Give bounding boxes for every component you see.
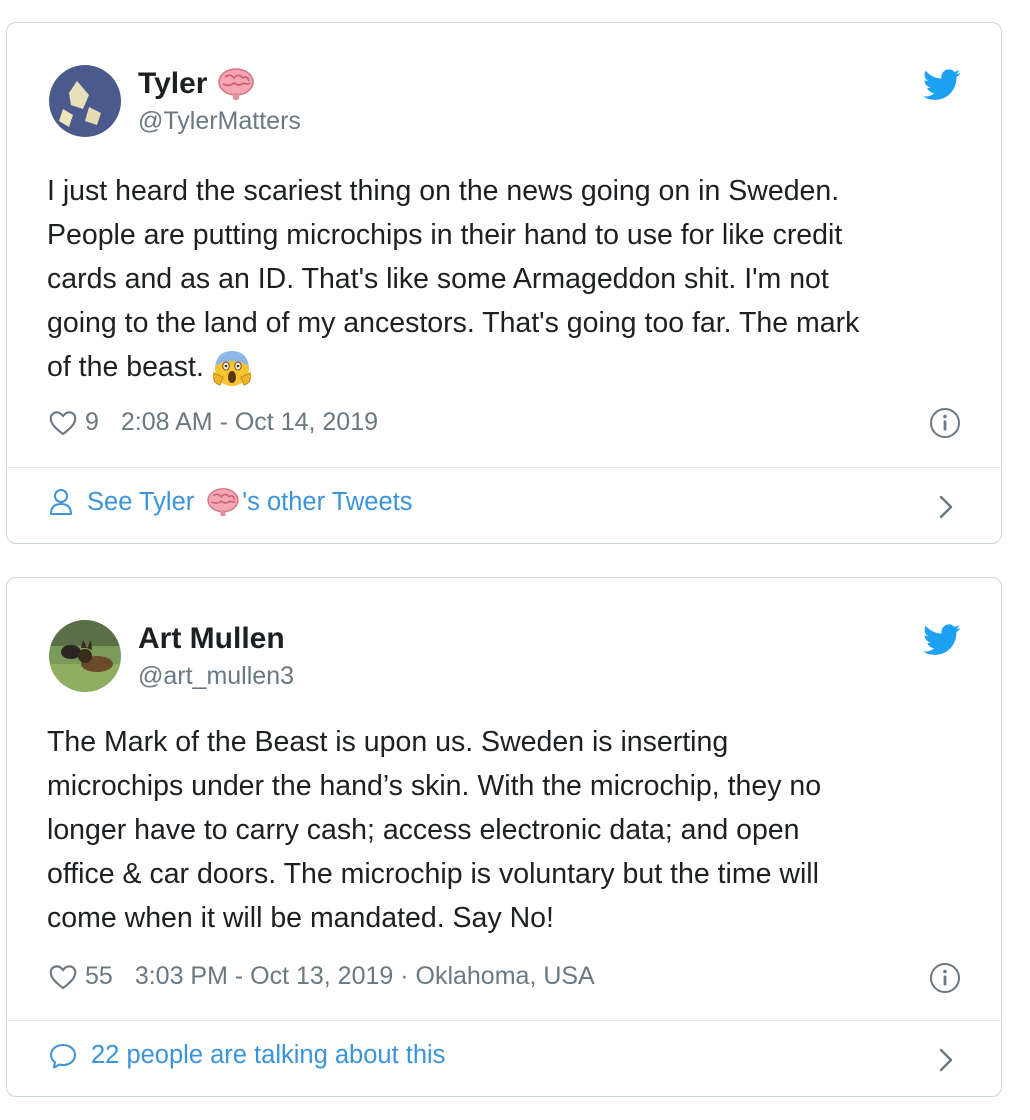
info-icon[interactable] xyxy=(929,962,961,994)
username-handle[interactable]: @art_mullen3 xyxy=(138,662,294,691)
tweet-meta: 9 2:08 AM - Oct 14, 2019 xyxy=(49,408,378,437)
heart-icon[interactable] xyxy=(49,410,77,436)
info-icon[interactable] xyxy=(929,407,961,439)
tweet-meta: 55 3:03 PM - Oct 13, 2019 · Oklahoma, US… xyxy=(49,962,595,991)
timestamp[interactable]: 3:03 PM - Oct 13, 2019 · Oklahoma, USA xyxy=(135,962,595,991)
comment-bubble-icon xyxy=(49,1042,77,1070)
tweet-card[interactable]: Art Mullen @art_mullen3 The Mark of the … xyxy=(6,577,1002,1097)
see-other-tweets-prefix[interactable]: See Tyler xyxy=(87,488,194,517)
display-name-text[interactable]: Tyler xyxy=(138,67,207,101)
chevron-right-icon[interactable] xyxy=(937,493,955,521)
timestamp[interactable]: 2:08 AM - Oct 14, 2019 xyxy=(121,408,378,437)
like-count[interactable]: 55 xyxy=(85,962,113,991)
display-name[interactable]: Tyler xyxy=(138,67,255,101)
twitter-bird-icon[interactable] xyxy=(923,69,961,101)
conversation-link[interactable]: 22 people are talking about this xyxy=(49,1041,445,1070)
screaming-face-icon xyxy=(212,349,252,387)
see-other-tweets-suffix[interactable]: 's other Tweets xyxy=(242,488,412,517)
username-handle[interactable]: @TylerMatters xyxy=(138,107,301,136)
tweet-text: The Mark of the Beast is upon us. Sweden… xyxy=(47,726,822,934)
avatar[interactable] xyxy=(49,620,121,692)
divider xyxy=(7,1020,1001,1021)
tweet-card[interactable]: Tyler @TylerMatters I just heard the sca… xyxy=(6,22,1002,544)
tweet-text-content: I just heard the scariest thing on the n… xyxy=(47,175,860,383)
like-count[interactable]: 9 xyxy=(85,408,99,437)
brain-icon xyxy=(217,67,255,101)
twitter-bird-icon[interactable] xyxy=(923,624,961,656)
tweet-text: I just heard the scariest thing on the n… xyxy=(47,169,977,389)
person-icon xyxy=(49,488,73,516)
brain-icon xyxy=(206,487,240,517)
conversation-link-label[interactable]: 22 people are talking about this xyxy=(91,1041,445,1070)
see-other-tweets-link[interactable]: See Tyler 's other Tweets xyxy=(49,487,413,517)
heart-icon[interactable] xyxy=(49,964,77,990)
display-name[interactable]: Art Mullen xyxy=(138,622,285,656)
divider xyxy=(7,467,1001,468)
avatar[interactable] xyxy=(49,65,121,137)
chevron-right-icon[interactable] xyxy=(937,1046,955,1074)
